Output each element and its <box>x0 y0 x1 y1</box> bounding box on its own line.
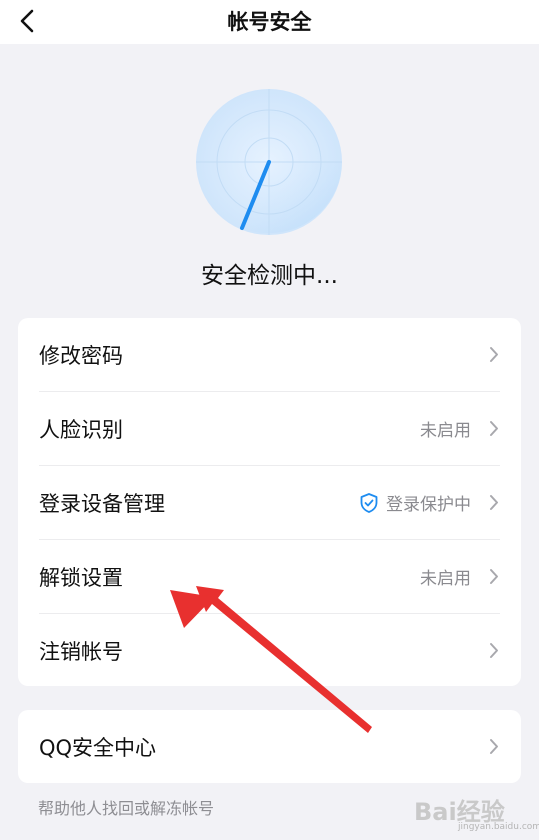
menu-item-face-recognition[interactable]: 人脸识别 未启用 <box>18 392 521 465</box>
security-scan-radar <box>196 89 342 235</box>
menu-item-label: 注销帐号 <box>39 639 123 664</box>
menu-item-delete-account[interactable]: 注销帐号 <box>18 614 521 687</box>
scan-status-text: 安全检测中... <box>201 263 338 289</box>
menu-item-label: QQ安全中心 <box>39 735 157 760</box>
chevron-right-icon <box>490 643 498 658</box>
menu-item-unlock-settings[interactable]: 解锁设置 未启用 <box>18 540 521 613</box>
menu-item-qq-security-center[interactable]: QQ安全中心 <box>18 710 521 783</box>
menu-item-status: 未启用 <box>420 421 471 441</box>
shield-check-icon <box>360 492 378 513</box>
security-center-card: QQ安全中心 <box>18 710 521 783</box>
chevron-right-icon <box>490 495 498 510</box>
menu-item-status: 未启用 <box>420 569 471 589</box>
nav-bar: 帐号安全 <box>0 0 539 44</box>
security-settings-list: 修改密码 人脸识别 未启用 登录设备管理 登录保护中 解锁设置 未启用 注销帐号 <box>18 318 521 686</box>
page-title: 帐号安全 <box>227 10 312 34</box>
menu-item-label: 修改密码 <box>39 343 123 368</box>
menu-item-label: 解锁设置 <box>39 565 123 590</box>
watermark-url: jingyan.baidu.com <box>458 822 539 832</box>
menu-item-label: 人脸识别 <box>39 417 123 442</box>
menu-item-change-password[interactable]: 修改密码 <box>18 318 521 391</box>
menu-item-status: 登录保护中 <box>358 490 471 515</box>
chevron-right-icon <box>490 739 498 754</box>
help-text: 帮助他人找回或解冻帐号 <box>38 799 215 818</box>
menu-item-login-device-management[interactable]: 登录设备管理 登录保护中 <box>18 466 521 539</box>
chevron-right-icon <box>490 347 498 362</box>
chevron-right-icon <box>490 421 498 436</box>
menu-item-status-text: 登录保护中 <box>386 495 471 515</box>
menu-item-label: 登录设备管理 <box>39 491 165 516</box>
chevron-right-icon <box>490 569 498 584</box>
